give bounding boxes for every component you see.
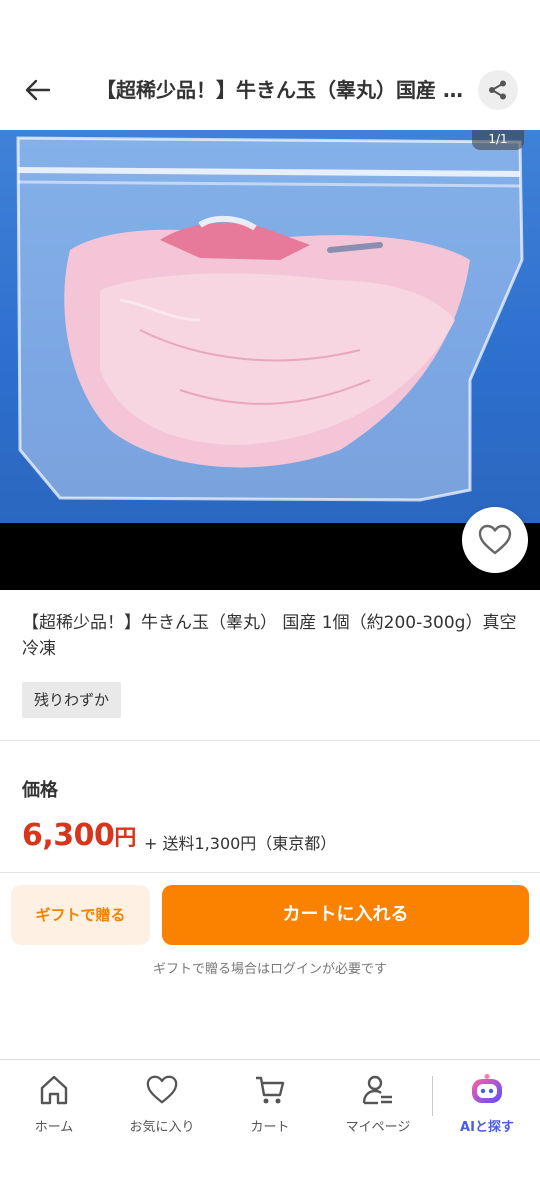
app-header: 【超稀少品！】牛きん玉（睾丸）国産 1個（約200-300g）真空冷凍: [0, 48, 540, 130]
product-name: 【超稀少品！】牛きん玉（睾丸） 国産 1個（約200-300g）真空冷凍: [22, 613, 517, 659]
product-photo: [0, 130, 540, 523]
nav-ai-search[interactable]: AIと探す: [442, 1070, 532, 1135]
product-photo-illustration: [16, 136, 524, 502]
nav-home-label: ホーム: [34, 1120, 74, 1135]
price-value: 6,300円: [22, 818, 136, 853]
home-icon: [34, 1070, 74, 1110]
nav-favorites[interactable]: お気に入り: [117, 1070, 207, 1135]
gift-button[interactable]: ギフトで贈る: [11, 885, 150, 945]
price-amount: 6,300: [22, 818, 115, 853]
stock-badge: 残りわずか: [22, 682, 122, 718]
shipping-fee: + 送料1,300円（東京都）: [144, 834, 337, 853]
nav-home[interactable]: ホーム: [9, 1070, 99, 1135]
user-icon: [358, 1070, 398, 1110]
page-title: 【超稀少品！】牛きん玉（睾丸）国産 1個（約200-300g）真空冷凍: [96, 78, 476, 102]
price-unit: 円: [114, 826, 136, 851]
back-button[interactable]: [18, 70, 58, 110]
ai-robot-icon: [467, 1070, 507, 1110]
nav-mypage[interactable]: マイページ: [333, 1070, 423, 1135]
bottom-nav: ホーム お気に入り カート マイページ AIと探す: [0, 1059, 540, 1199]
add-to-cart-button[interactable]: カートに入れる: [162, 885, 529, 945]
product-image-gallery[interactable]: 1/1: [0, 130, 540, 590]
favorite-button[interactable]: [462, 507, 528, 573]
image-counter: 1/1: [472, 130, 524, 150]
nav-cart[interactable]: カート: [225, 1070, 315, 1135]
nav-mypage-label: マイページ: [345, 1120, 411, 1135]
nav-favorites-label: お気に入り: [129, 1120, 195, 1135]
nav-separator: [432, 1076, 433, 1116]
share-icon: [489, 80, 506, 100]
nav-ai-search-label: AIと探す: [460, 1120, 514, 1135]
divider: [0, 872, 540, 873]
heart-icon: [478, 524, 512, 555]
cart-icon: [250, 1070, 290, 1110]
price-label: 価格: [22, 780, 58, 801]
gift-login-note: ギフトで贈る場合はログインが必要です: [152, 962, 387, 977]
heart-icon: [142, 1070, 182, 1110]
share-button[interactable]: [478, 70, 518, 110]
divider: [0, 740, 540, 741]
nav-cart-label: カート: [250, 1120, 290, 1135]
arrow-left-icon: [25, 79, 51, 101]
